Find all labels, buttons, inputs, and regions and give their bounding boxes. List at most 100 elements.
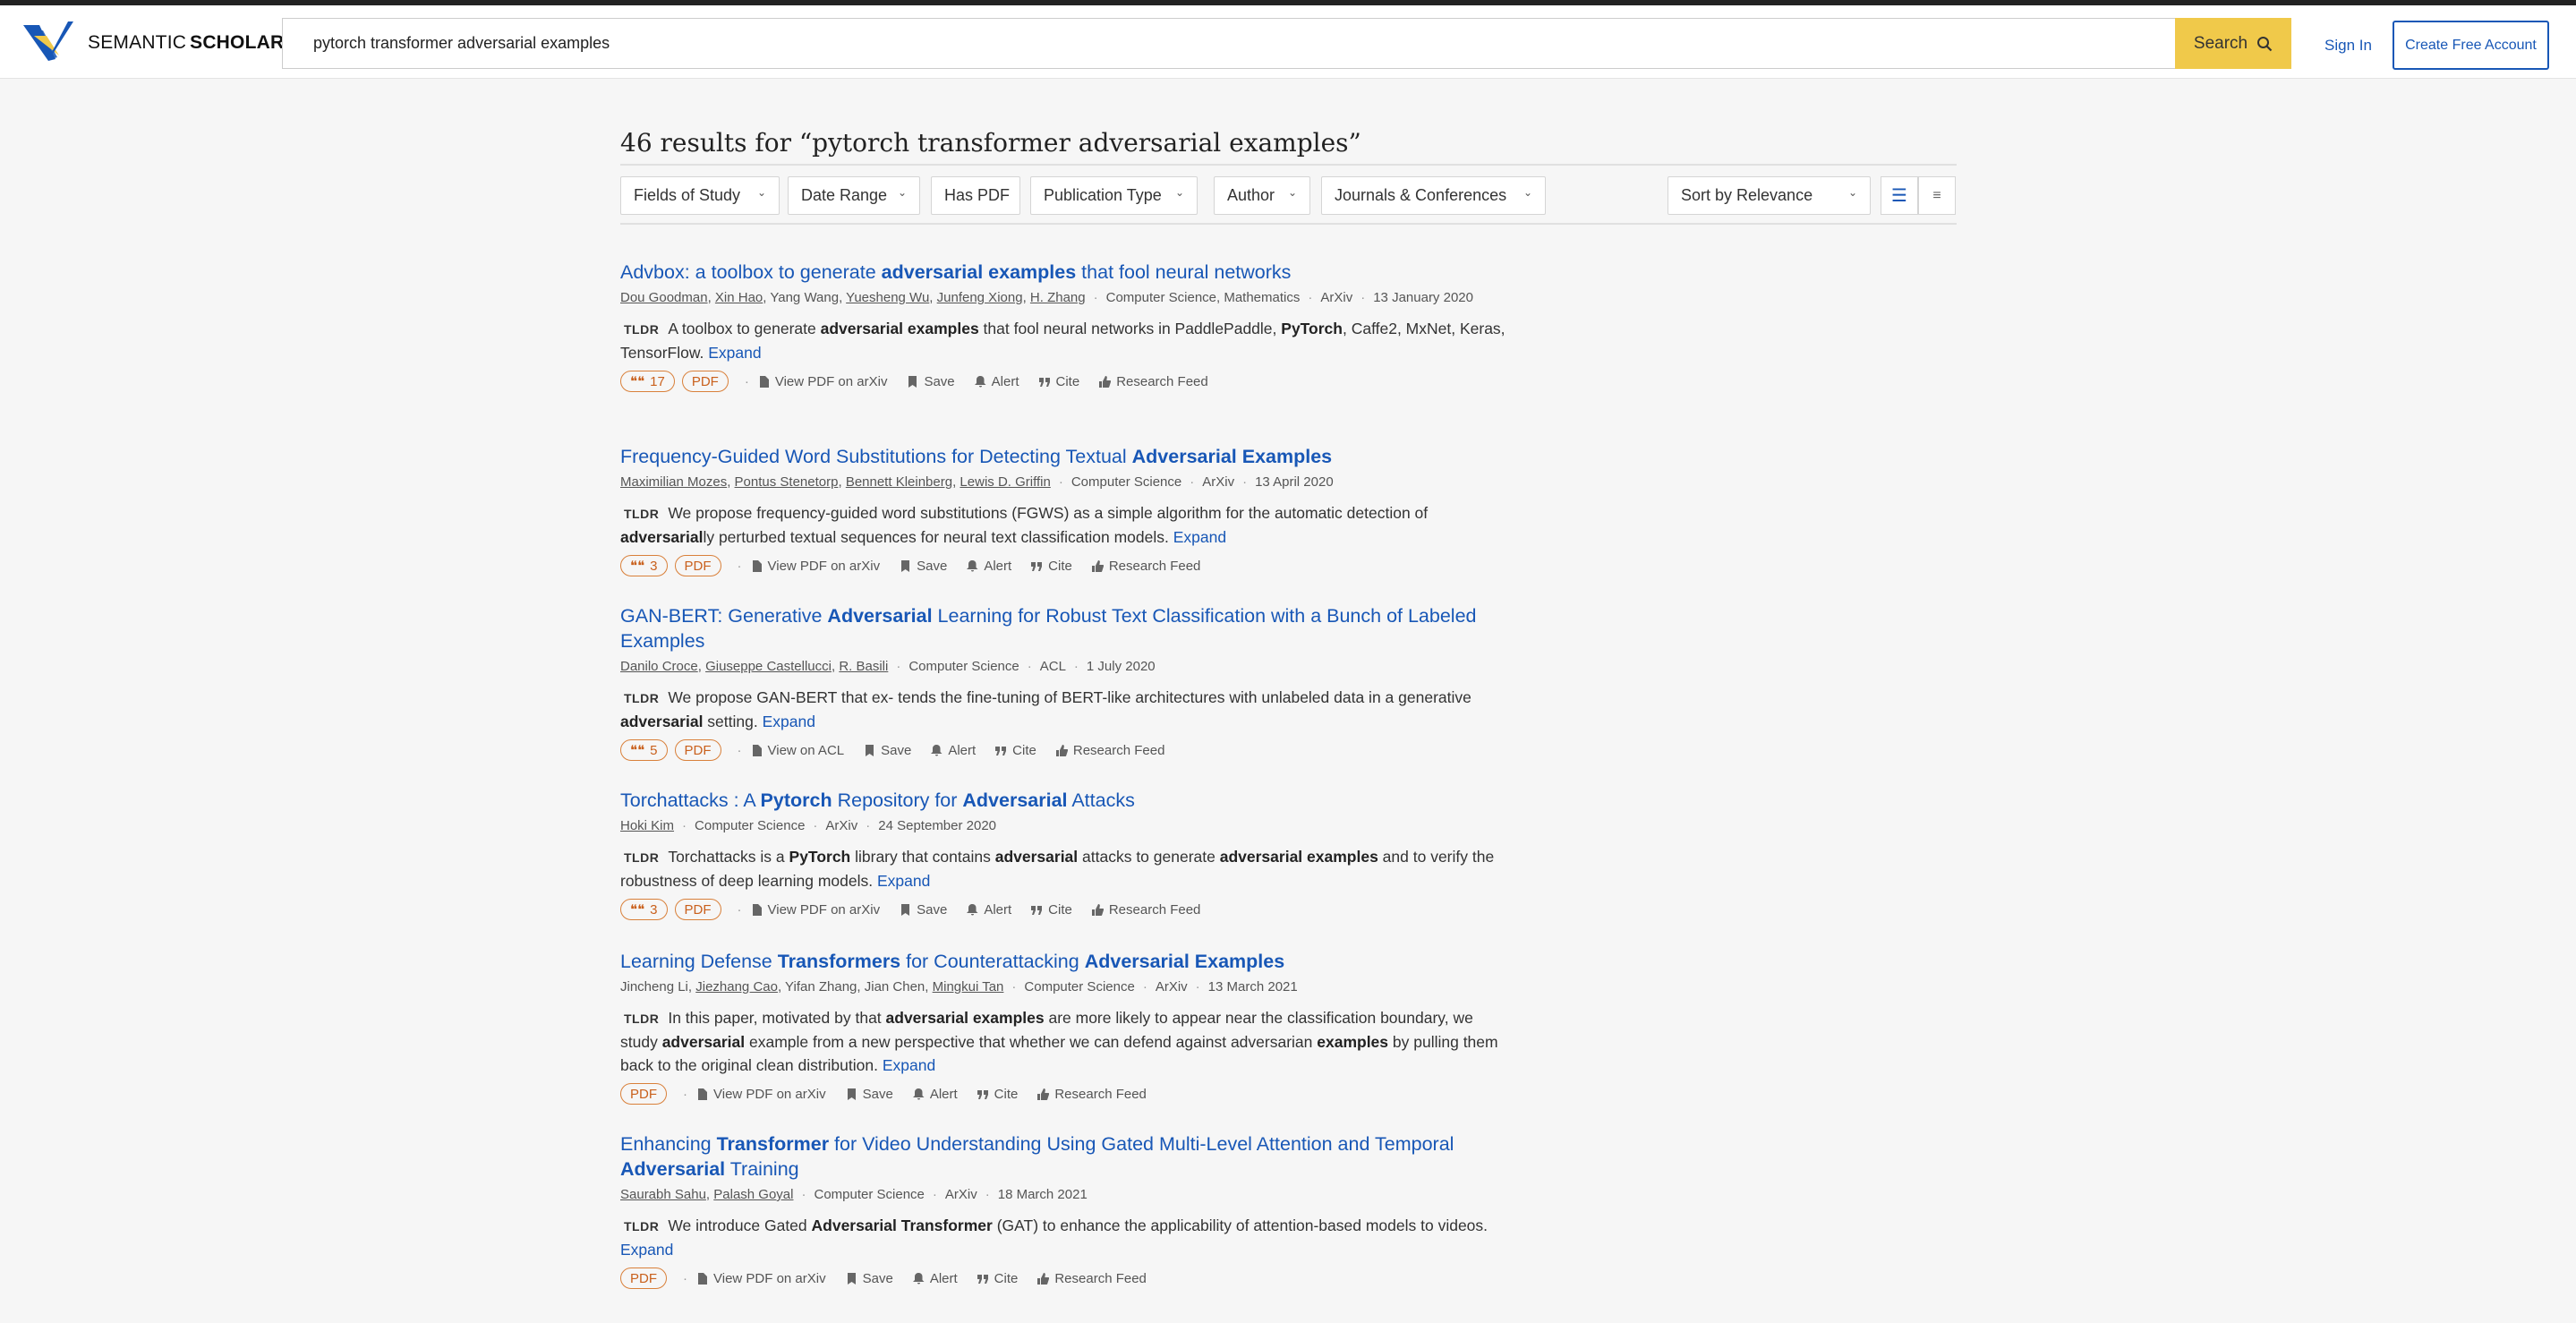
author-comma: , (925, 979, 933, 994)
semantic-scholar-logo-icon[interactable] (21, 20, 75, 66)
cite-button[interactable]: Cite (1038, 374, 1079, 389)
author[interactable]: Jiezhang Cao (695, 979, 778, 994)
separator-dot: · (801, 1187, 806, 1202)
alert-label: Alert (929, 1270, 958, 1286)
cite-button[interactable]: Cite (1031, 559, 1072, 574)
alert-button[interactable]: Alert (974, 374, 1019, 389)
filter-date-range[interactable]: Date Range ⌄ (788, 176, 920, 215)
alert-button[interactable]: Alert (931, 743, 976, 758)
view-pdf-link[interactable]: View PDF on arXiv (751, 901, 881, 918)
research-feed-button[interactable]: Research Feed (1055, 743, 1164, 758)
author[interactable]: Saurabh Sahu (620, 1187, 706, 1202)
cite-label: Cite (994, 1270, 1019, 1286)
sign-in-link[interactable]: Sign In (2324, 37, 2372, 55)
view-pdf-link[interactable]: View PDF on arXiv (696, 1271, 826, 1286)
research-feed-button[interactable]: Research Feed (1091, 559, 1200, 574)
cite-button[interactable]: Cite (977, 1270, 1019, 1286)
compact-view-icon: ≡ (1932, 187, 1941, 203)
alert-button[interactable]: Alert (967, 902, 1011, 918)
research-feed-button[interactable]: Research Feed (1037, 1087, 1147, 1102)
view-pdf-link[interactable]: View PDF on arXiv (758, 374, 887, 389)
view-pdf-link[interactable]: View on ACL (751, 743, 844, 758)
meta-item: Computer Science (1070, 474, 1182, 490)
save-button[interactable]: Save (900, 559, 947, 574)
search-result: GAN-BERT: Generative Adversarial Learnin… (620, 603, 1511, 762)
result-title[interactable]: Frequency-Guided Word Substitutions for … (620, 444, 1511, 469)
expand-link[interactable]: Expand (708, 344, 761, 362)
pdf-badge[interactable]: PDF (681, 371, 729, 392)
author-comma: , (929, 290, 937, 305)
research-feed-button[interactable]: Research Feed (1099, 374, 1208, 389)
filter-has-pdf[interactable]: Has PDF (931, 176, 1020, 215)
author[interactable]: Giuseppe Castellucci (705, 659, 832, 674)
search-input[interactable] (283, 19, 2177, 68)
compact-view-toggle[interactable]: ≡ (1918, 176, 1956, 215)
save-button[interactable]: Save (900, 902, 947, 918)
research-feed-button[interactable]: Research Feed (1091, 902, 1200, 918)
citation-count-badge[interactable]: ❝❝ 3 (620, 899, 668, 920)
author[interactable]: Pontus Stenetorp (735, 474, 839, 490)
expand-link[interactable]: Expand (877, 872, 930, 890)
expand-link[interactable]: Expand (620, 1241, 673, 1259)
cite-button[interactable]: Cite (995, 743, 1036, 758)
expand-link[interactable]: Expand (763, 713, 815, 730)
sort-select[interactable]: Sort by Relevance ⌄ (1668, 176, 1871, 215)
view-pdf-label: View PDF on arXiv (767, 901, 881, 918)
pdf-badge[interactable]: PDF (674, 739, 721, 761)
result-title[interactable]: Enhancing Transformer for Video Understa… (620, 1131, 1511, 1182)
cite-button[interactable]: Cite (1031, 902, 1072, 918)
view-pdf-link[interactable]: View PDF on arXiv (751, 559, 880, 574)
alert-button[interactable]: Alert (912, 1270, 958, 1286)
tldr-text: ly perturbed textual sequences for neura… (703, 528, 1169, 546)
filter-fields-of-study[interactable]: Fields of Study ⌄ (620, 176, 780, 215)
result-title[interactable]: GAN-BERT: Generative Adversarial Learnin… (620, 603, 1511, 653)
author[interactable]: Palash Goyal (713, 1187, 793, 1202)
author[interactable]: Danilo Croce (620, 659, 698, 674)
chevron-down-icon: ⌄ (1174, 186, 1184, 199)
citation-count-badge[interactable]: ❝❝ 3 (620, 555, 668, 576)
result-title[interactable]: Advbox: a toolbox to generate adversaria… (620, 260, 1511, 285)
filter-journals-conferences[interactable]: Journals & Conferences ⌄ (1321, 176, 1546, 215)
alert-button[interactable]: Alert (967, 559, 1011, 574)
result-actions: PDF · View PDF on arXiv Save Alert Cite Resear… (620, 1267, 1511, 1290)
save-button[interactable]: Save (846, 1271, 893, 1286)
author[interactable]: Yuesheng Wu (846, 290, 929, 305)
author[interactable]: Lewis D. Griffin (960, 474, 1050, 490)
author[interactable]: Junfeng Xiong (937, 290, 1023, 305)
view-pdf-link[interactable]: View PDF on arXiv (696, 1087, 826, 1102)
citation-count-badge[interactable]: ❝❝ 17 (620, 371, 675, 392)
result-actions: ❝❝ 3 PDF · View PDF on arXiv Save Alert Cite Res… (620, 898, 1511, 921)
brand-name[interactable]: SEMANTIC SCHOLAR (88, 32, 284, 54)
result-title[interactable]: Learning Defense Transformers for Counte… (620, 949, 1511, 974)
pdf-badge[interactable]: PDF (674, 899, 721, 920)
author[interactable]: Maximilian Mozes (620, 474, 727, 490)
result-tldr: TLDR We propose frequency-guided word sub… (620, 501, 1511, 549)
author[interactable]: Xin Hao (715, 290, 763, 305)
research-feed-button[interactable]: Research Feed (1037, 1271, 1147, 1286)
author[interactable]: H. Zhang (1030, 290, 1086, 305)
create-account-button[interactable]: Create Free Account (2393, 21, 2549, 70)
result-title[interactable]: Torchattacks : A Pytorch Repository for … (620, 788, 1511, 813)
save-button[interactable]: Save (907, 374, 955, 389)
save-button[interactable]: Save (864, 743, 911, 758)
author[interactable]: Mingkui Tan (933, 979, 1004, 994)
search-button[interactable]: Search (2175, 18, 2291, 69)
expand-link[interactable]: Expand (1173, 528, 1226, 546)
author[interactable]: Hoki Kim (620, 818, 674, 833)
pdf-badge[interactable]: PDF (620, 1268, 667, 1289)
pdf-badge[interactable]: PDF (674, 555, 721, 576)
expand-link[interactable]: Expand (883, 1056, 935, 1074)
save-button[interactable]: Save (846, 1087, 893, 1102)
document-icon (752, 903, 762, 916)
filter-publication-type[interactable]: Publication Type ⌄ (1030, 176, 1198, 215)
alert-label: Alert (984, 558, 1012, 574)
author[interactable]: Dou Goodman (620, 290, 708, 305)
cite-button[interactable]: Cite (977, 1087, 1018, 1102)
author[interactable]: Bennett Kleinberg (846, 474, 952, 490)
citation-count-badge[interactable]: ❝❝ 5 (620, 739, 668, 761)
list-view-toggle[interactable]: ☰ (1881, 176, 1918, 215)
alert-button[interactable]: Alert (912, 1087, 958, 1102)
author[interactable]: R. Basili (839, 659, 888, 674)
filter-author[interactable]: Author ⌄ (1214, 176, 1310, 215)
pdf-badge[interactable]: PDF (620, 1083, 667, 1105)
